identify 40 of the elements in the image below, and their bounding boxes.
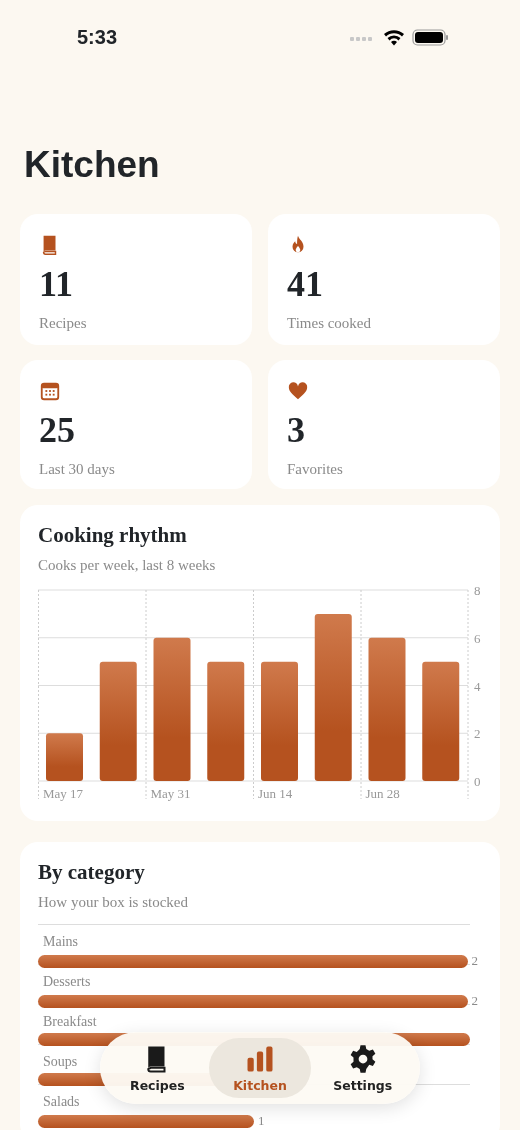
stat-label: Recipes	[39, 315, 87, 332]
tab-button[interactable]: Kitchen	[208, 1038, 312, 1098]
tab-button[interactable]: Recipes	[106, 1038, 209, 1098]
axis-label: 6	[474, 630, 481, 646]
calendar-icon	[39, 380, 61, 402]
category-label: Desserts	[43, 973, 91, 990]
category-count: 2	[471, 993, 478, 1009]
tab-button[interactable]: Settings	[311, 1038, 414, 1098]
stat-value: 25	[39, 412, 75, 448]
axis-label: Jun 28	[365, 786, 400, 801]
stat-value: 11	[39, 266, 73, 302]
card-title: By category	[38, 860, 145, 885]
axis-label: 2	[474, 726, 481, 742]
stat-value: 3	[287, 412, 305, 448]
page-title: Kitchen	[24, 146, 161, 183]
axis-label: May 31	[150, 786, 191, 801]
chart-bar	[46, 733, 83, 781]
wifi-icon	[384, 30, 404, 46]
status-time: 5:33	[77, 26, 118, 49]
category-label: Salads	[43, 1093, 80, 1110]
category-label: Breakfast	[43, 1013, 97, 1030]
category-label: Soups	[43, 1053, 78, 1070]
axis-label: 8	[474, 585, 481, 598]
card-subtitle: How your box is stocked	[38, 894, 188, 911]
stat-label: Times cooked	[287, 315, 372, 332]
axis-label: 4	[474, 678, 481, 694]
heart-icon	[287, 380, 309, 402]
category-count: 1	[258, 1113, 265, 1129]
category-count: 2	[471, 953, 478, 969]
signal-icon	[350, 37, 372, 41]
category-label: Mains	[43, 933, 78, 950]
stat-label: Last 30 days	[39, 461, 115, 478]
stat-label: Favorites	[287, 461, 343, 478]
stat-value: 41	[287, 266, 323, 302]
axis-label: 0	[474, 774, 481, 789]
battery-icon	[412, 29, 448, 46]
card-subtitle: Cooks per week, last 8 weeks	[38, 557, 216, 574]
axis-label: May 17	[43, 786, 84, 801]
card-title: Cooking rhythm	[38, 523, 187, 548]
axis-label: Jun 14	[258, 786, 293, 801]
